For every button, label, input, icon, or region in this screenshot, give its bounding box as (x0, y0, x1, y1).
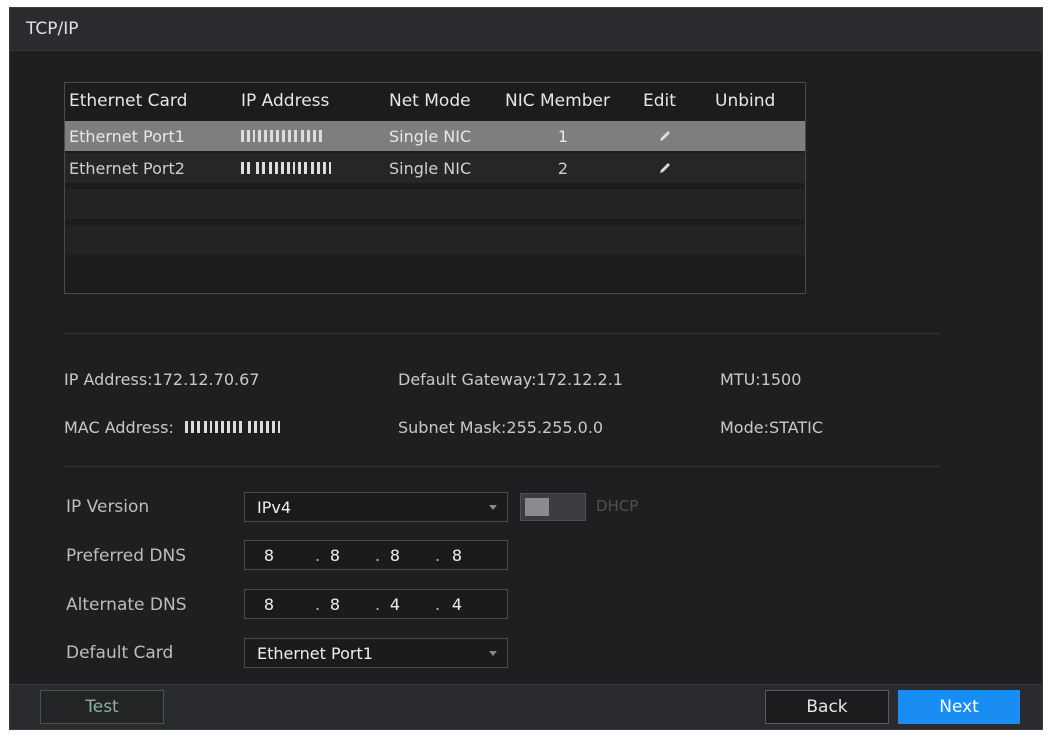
pencil-icon (660, 163, 670, 173)
next-button[interactable]: Next (898, 690, 1020, 724)
ip-separator: . (435, 595, 441, 614)
table-row[interactable]: Ethernet Port1 Single NIC 1 (65, 121, 805, 151)
ip-octet[interactable]: 8 (381, 546, 409, 565)
row-net-mode: Single NIC (389, 126, 472, 146)
preferred-dns-label: Preferred DNS (66, 546, 187, 566)
ip-octet[interactable]: 8 (255, 595, 283, 614)
chevron-down-icon (489, 505, 497, 510)
ip-separator: . (315, 595, 321, 614)
edit-button[interactable] (641, 153, 689, 183)
ip-separator: . (315, 546, 321, 565)
ip-separator: . (375, 595, 381, 614)
chevron-down-icon (489, 651, 497, 656)
info-mtu: MTU:1500 (720, 370, 801, 389)
ip-octet[interactable]: 8 (255, 546, 283, 565)
info-default-gateway-value: 172.12.2.1 (536, 370, 623, 389)
back-button[interactable]: Back (765, 690, 889, 724)
info-default-gateway: Default Gateway:172.12.2.1 (398, 370, 623, 389)
column-header-net-mode[interactable]: Net Mode (389, 83, 471, 119)
info-ip-address-value: 172.12.70.67 (152, 370, 260, 389)
ip-separator: . (375, 546, 381, 565)
window-title: TCP/IP (26, 19, 79, 39)
default-card-select[interactable]: Ethernet Port1 (244, 638, 508, 668)
dhcp-label: DHCP (596, 497, 639, 515)
alternate-dns-label: Alternate DNS (66, 595, 187, 615)
divider (64, 333, 940, 334)
column-header-ip-address[interactable]: IP Address (241, 83, 329, 119)
ip-octet[interactable]: 4 (443, 595, 471, 614)
pencil-icon (660, 131, 670, 141)
row-ip-address-masked (241, 153, 334, 183)
info-mac-address: MAC Address: (64, 418, 283, 437)
info-mode-value: STATIC (768, 418, 824, 437)
ip-separator: . (435, 546, 441, 565)
info-subnet-mask-label: Subnet Mask: (398, 418, 507, 437)
table-row[interactable]: Ethernet Port2 Single NIC 2 (65, 153, 805, 183)
table-row-empty (65, 189, 805, 219)
ip-octet[interactable]: 4 (381, 595, 409, 614)
column-header-edit[interactable]: Edit (643, 83, 676, 119)
ip-version-value: IPv4 (257, 497, 292, 517)
dhcp-toggle[interactable] (520, 493, 586, 521)
divider (64, 466, 940, 467)
info-mode: Mode:STATIC (720, 418, 823, 437)
preferred-dns-input[interactable]: 8 . 8 . 8 . 8 (244, 540, 508, 570)
ethernet-table: Ethernet Card IP Address Net Mode NIC Me… (64, 82, 806, 294)
row-nic-member: 1 (557, 126, 569, 146)
info-mode-label: Mode: (720, 418, 769, 437)
row-ip-address-masked (241, 121, 326, 151)
row-ethernet-card: Ethernet Port1 (69, 126, 185, 146)
footer-bar: Test Back Next (10, 684, 1042, 729)
ip-octet[interactable]: 8 (321, 595, 349, 614)
default-card-value: Ethernet Port1 (257, 643, 373, 663)
row-net-mode: Single NIC (389, 158, 472, 178)
ip-version-label: IP Version (66, 497, 150, 517)
ip-octet[interactable]: 8 (443, 546, 471, 565)
column-header-unbind[interactable]: Unbind (715, 83, 775, 119)
column-header-nic-member[interactable]: NIC Member (505, 83, 610, 119)
title-bar: TCP/IP (10, 8, 1042, 51)
row-ethernet-card: Ethernet Port2 (69, 158, 185, 178)
test-button[interactable]: Test (40, 690, 164, 724)
alternate-dns-input[interactable]: 8 . 8 . 4 . 4 (244, 589, 508, 619)
info-mac-address-label: MAC Address: (64, 418, 174, 437)
info-mtu-label: MTU: (720, 370, 761, 389)
info-ip-address-label: IP Address: (64, 370, 153, 389)
toggle-knob (525, 498, 549, 516)
info-default-gateway-label: Default Gateway: (398, 370, 537, 389)
table-header: Ethernet Card IP Address Net Mode NIC Me… (65, 83, 805, 119)
default-card-label: Default Card (66, 643, 174, 663)
info-ip-address: IP Address:172.12.70.67 (64, 370, 259, 389)
edit-button[interactable] (641, 121, 689, 151)
row-nic-member: 2 (557, 158, 569, 178)
ip-version-select[interactable]: IPv4 (244, 492, 508, 522)
info-subnet-mask: Subnet Mask:255.255.0.0 (398, 418, 603, 437)
column-header-ethernet-card[interactable]: Ethernet Card (69, 83, 187, 119)
tcpip-window: TCP/IP Ethernet Card IP Address Net Mode… (9, 7, 1043, 730)
info-subnet-mask-value: 255.255.0.0 (506, 418, 604, 437)
ip-octet[interactable]: 8 (321, 546, 349, 565)
info-mtu-value: 1500 (760, 370, 802, 389)
table-row-empty (65, 225, 805, 255)
